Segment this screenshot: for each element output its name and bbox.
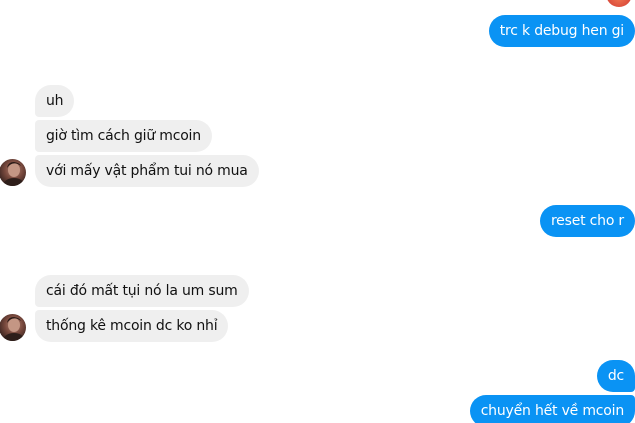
message-bubble-outgoing[interactable]: chuyển hết về mcoin xyxy=(469,395,635,423)
sender-avatar[interactable] xyxy=(0,159,26,186)
chat-conversation: trc k debug hen gi uh giờ tìm cách giữ m… xyxy=(0,0,635,423)
message-bubble-outgoing[interactable]: trc k debug hen gi xyxy=(488,15,635,47)
person-photo-icon xyxy=(2,162,25,186)
person-photo-icon xyxy=(2,317,25,341)
message-bubble-incoming[interactable]: với mấy vật phẩm tui nó mua xyxy=(35,155,259,187)
message-bubble-incoming[interactable]: cái đó mất tụi nó la um sum xyxy=(35,275,249,307)
sender-avatar[interactable] xyxy=(0,314,26,341)
message-bubble-outgoing[interactable]: dc xyxy=(596,360,635,392)
message-bubble-incoming[interactable]: giờ tìm cách giữ mcoin xyxy=(35,120,212,152)
message-bubble-incoming[interactable]: uh xyxy=(35,85,75,117)
message-bubble-outgoing[interactable]: reset cho r xyxy=(539,205,635,237)
contact-avatar-partial xyxy=(606,0,632,7)
message-bubble-incoming[interactable]: thống kê mcoin dc ko nhỉ xyxy=(35,310,229,342)
